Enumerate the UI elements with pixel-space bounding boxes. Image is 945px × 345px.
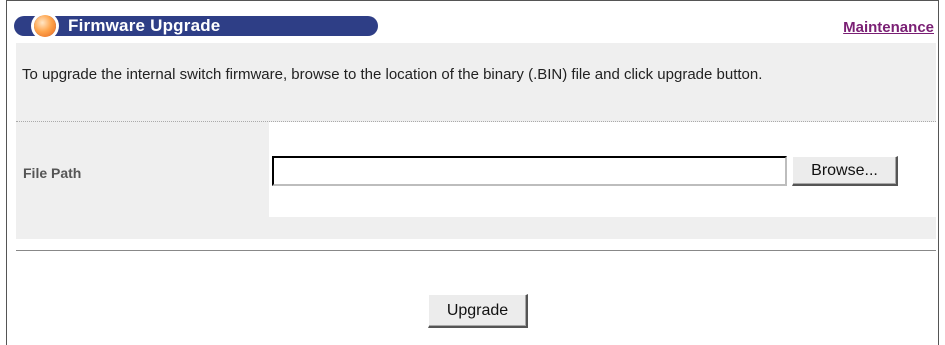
orange-circle-icon xyxy=(34,15,56,37)
horizontal-divider xyxy=(16,250,936,251)
file-path-label: File Path xyxy=(23,165,82,181)
maintenance-link[interactable]: Maintenance xyxy=(843,19,934,36)
description-text: To upgrade the internal switch firmware,… xyxy=(22,66,763,83)
page-title: Firmware Upgrade xyxy=(68,16,221,35)
browse-button[interactable]: Browse... xyxy=(792,156,898,186)
file-path-input[interactable] xyxy=(272,156,787,186)
upgrade-button[interactable]: Upgrade xyxy=(428,294,528,328)
